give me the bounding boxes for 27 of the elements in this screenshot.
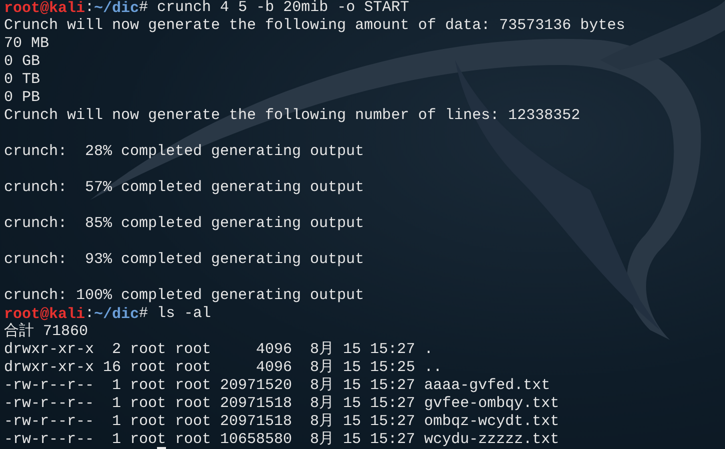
output-line: drwxr-xr-x 2 root root 4096 8月 15 15:27 . bbox=[4, 343, 434, 357]
output-line: 70 MB bbox=[4, 37, 50, 51]
output-line: -rw-r--r-- 1 root root 20971518 8月 15 15:27 gvfee-ombqy.txt bbox=[4, 397, 560, 411]
output-line: -rw-r--r-- 1 root root 20971520 8月 15 15:27 aaaa-gvfed.txt bbox=[4, 379, 550, 393]
prompt-user: root@kali bbox=[4, 306, 86, 323]
command-text: # crunch 4 5 -b 20mib -o START bbox=[139, 1, 410, 15]
prompt-path: ~/dic bbox=[94, 0, 140, 17]
output-line: crunch: 28% completed generating output bbox=[4, 145, 364, 159]
output-line: 0 PB bbox=[4, 91, 40, 105]
output-line: Crunch will now generate the following number of lines: 12338352 bbox=[4, 109, 580, 123]
output-line: Crunch will now generate the following amount of data: 73573136 bytes bbox=[4, 19, 626, 33]
prompt-user: root@kali bbox=[4, 0, 86, 17]
command-text: # ls -al bbox=[139, 307, 212, 321]
cursor-icon bbox=[157, 447, 166, 449]
output-line: 合計 71860 bbox=[4, 325, 88, 339]
output-line: crunch: 100% completed generating output bbox=[4, 289, 364, 303]
prompt-separator: : bbox=[85, 1, 94, 15]
output-line: -rw-r--r-- 1 root root 10658580 8月 15 15:27 wcydu-zzzzz.txt bbox=[4, 433, 560, 447]
output-line: -rw-r--r-- 1 root root 20971518 8月 15 15:27 ombqz-wcydt.txt bbox=[4, 415, 560, 429]
prompt-separator: : bbox=[85, 307, 94, 321]
output-line: crunch: 93% completed generating output bbox=[4, 253, 364, 267]
output-line: 0 GB bbox=[4, 55, 40, 69]
output-line: crunch: 57% completed generating output bbox=[4, 181, 364, 195]
output-line: crunch: 85% completed generating output bbox=[4, 217, 364, 231]
output-line: drwxr-xr-x 16 root root 4096 8月 15 15:25 .. bbox=[4, 361, 442, 375]
prompt-path: ~/dic bbox=[94, 306, 140, 323]
output-line: 0 TB bbox=[4, 73, 40, 87]
